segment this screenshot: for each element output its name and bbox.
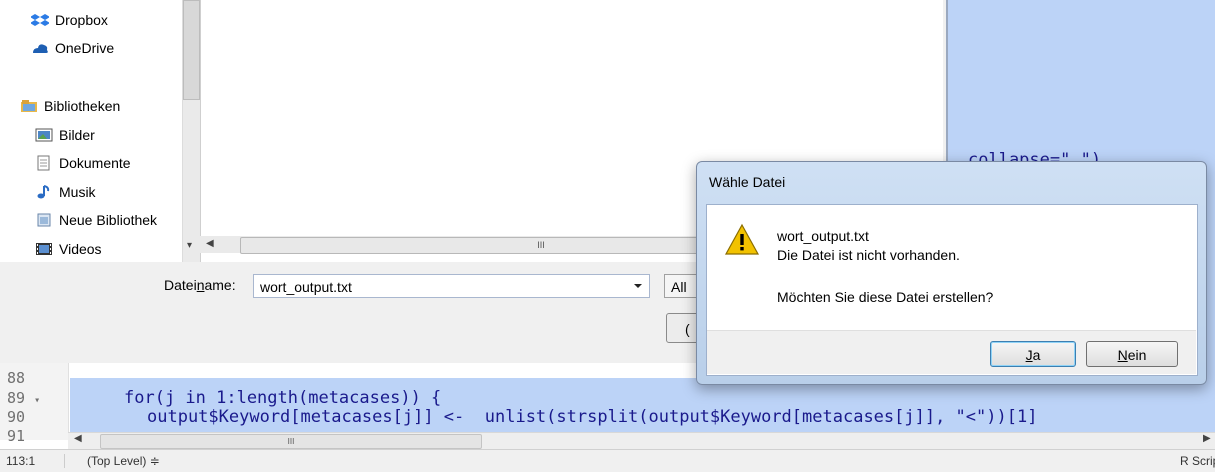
nav-item-libraries[interactable]: Bibliotheken <box>20 95 120 117</box>
filename-input[interactable]: wort_output.txt <box>253 274 650 298</box>
nav-item-documents[interactable]: Dokumente <box>35 152 131 174</box>
nav-item-onedrive[interactable]: OneDrive <box>31 37 114 59</box>
dropbox-icon <box>30 12 50 28</box>
pictures-icon <box>35 127 53 143</box>
dialog-message: Die Datei ist nicht vorhanden. <box>777 247 960 263</box>
libraries-icon <box>20 98 38 114</box>
yes-button[interactable]: Ja <box>990 341 1076 367</box>
filename-dropdown[interactable] <box>626 274 650 298</box>
filename-label: Dateiname: <box>164 277 236 293</box>
line-number: 90 <box>7 408 26 426</box>
cursor-position: 113:1 <box>6 454 36 468</box>
videos-icon <box>35 241 53 257</box>
status-bar: 113:1 (Top Level) ≑ R Script <box>0 449 1215 472</box>
line-gutter: 88 89 ▾ 90 91 <box>0 363 69 445</box>
nav-item-videos[interactable]: Videos <box>35 238 102 260</box>
fold-marker-icon[interactable]: ▾ <box>34 395 40 406</box>
scope-selector[interactable]: (Top Level) ≑ <box>64 454 160 468</box>
file-type-indicator[interactable]: R Script <box>1180 454 1215 468</box>
code-line[interactable]: output$Keyword[metacases[j]] <- unlist(s… <box>147 407 1037 427</box>
line-number: 89 ▾ <box>7 389 41 407</box>
scroll-grip: III <box>287 437 295 446</box>
code-line[interactable]: for(j in 1:length(metacases)) { <box>124 388 441 408</box>
dialog-filename: wort_output.txt <box>777 228 869 244</box>
documents-icon <box>35 155 53 171</box>
editor-scroll-thumb[interactable]: III <box>100 434 482 449</box>
nav-item-music[interactable]: Musik <box>35 181 96 203</box>
scroll-left-icon[interactable]: ◀ <box>206 238 214 249</box>
no-button[interactable]: Nein <box>1086 341 1178 367</box>
scroll-right-icon[interactable]: ▶ <box>1203 433 1211 444</box>
scroll-down-icon[interactable]: ▾ <box>187 240 192 251</box>
new-library-icon <box>35 212 53 228</box>
scroll-left-icon[interactable]: ◀ <box>74 433 82 444</box>
chevron-down-icon <box>634 284 642 288</box>
nav-item-new-library[interactable]: Neue Bibliothek <box>35 209 157 231</box>
music-icon <box>35 184 53 200</box>
dialog-question: Möchten Sie diese Datei erstellen? <box>777 289 994 305</box>
navigation-pane: Dropbox OneDrive Bibliotheken Bilder Dok… <box>0 0 182 262</box>
dialog-title: Wähle Datei <box>709 174 786 190</box>
nav-scroll-thumb[interactable] <box>183 0 200 100</box>
line-number: 91 <box>7 427 26 445</box>
line-number: 88 <box>7 369 26 387</box>
onedrive-icon <box>31 40 49 56</box>
nav-item-dropbox[interactable]: Dropbox <box>30 9 108 31</box>
warning-icon <box>724 222 760 258</box>
nav-item-pictures[interactable]: Bilder <box>35 124 95 146</box>
